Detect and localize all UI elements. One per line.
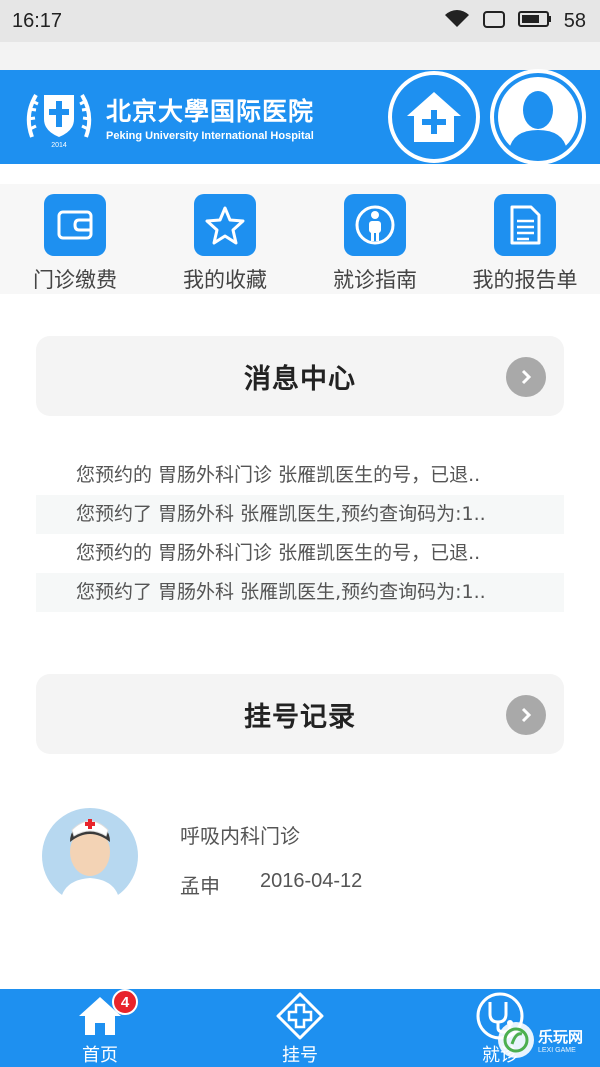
person-guide-icon <box>344 194 406 256</box>
message-center-header[interactable]: 消息中心 <box>36 336 564 416</box>
register-plus-icon <box>275 992 325 1040</box>
menu-label: 我的报告单 <box>472 268 578 292</box>
menu-label: 就诊指南 <box>333 268 417 292</box>
section-title: 消息中心 <box>244 363 356 395</box>
registration-record-header[interactable]: 挂号记录 <box>36 674 564 754</box>
nav-label: 首页 <box>82 1045 118 1066</box>
menu-label: 我的收藏 <box>183 268 267 292</box>
hospital-name-en: Peking University International Hospital <box>106 130 314 142</box>
registration-record-item[interactable]: 呼吸内科门诊 孟申 2016-04-12 <box>40 808 560 908</box>
quick-menu: 门诊缴费 我的收藏 就诊指南 我的报告单 <box>0 184 600 294</box>
message-item[interactable]: 您预约了 胃肠外科 张雁凯医生,预约查询码为:1.. <box>36 573 564 612</box>
status-icons: 58 <box>444 9 586 33</box>
home-plus-button[interactable] <box>388 71 480 163</box>
hospital-name-cn: 北京大學国际医院 <box>106 97 315 126</box>
nav-home[interactable]: 4 首页 <box>0 989 200 1067</box>
home-plus-icon <box>407 92 461 142</box>
message-item[interactable]: 您预约的 胃肠外科门诊 张雁凯医生的号，已退.. <box>36 456 564 495</box>
section-title: 挂号记录 <box>244 701 356 733</box>
chevron-right-icon <box>506 695 546 735</box>
record-date: 2016-04-12 <box>260 870 363 892</box>
watermark-logo-icon <box>498 1022 534 1058</box>
nav-register[interactable]: 挂号 <box>200 989 400 1067</box>
emblem-year: 2014 <box>51 142 67 149</box>
watermark-subtext: LEXI GAME <box>538 1047 576 1054</box>
nav-label: 挂号 <box>282 1045 318 1066</box>
user-avatar-button[interactable] <box>490 69 586 165</box>
status-time: 16:17 <box>12 9 63 32</box>
menu-outpatient-payment[interactable]: 门诊缴费 <box>0 184 150 294</box>
message-list: 您预约的 胃肠外科门诊 张雁凯医生的号，已退.. 您预约了 胃肠外科 张雁凯医生… <box>36 456 564 612</box>
message-item[interactable]: 您预约的 胃肠外科门诊 张雁凯医生的号，已退.. <box>36 534 564 573</box>
watermark-text: 乐玩网 <box>538 1028 584 1046</box>
wallet-icon <box>44 194 106 256</box>
wifi-icon <box>444 9 470 33</box>
sim-icon <box>482 9 506 33</box>
record-department: 呼吸内科门诊 <box>180 824 300 848</box>
user-avatar-icon <box>498 77 578 158</box>
nurse-avatar-icon <box>42 808 138 904</box>
record-patient-name: 孟申 <box>180 874 220 898</box>
site-watermark: 乐玩网 LEXI GAME <box>498 1016 598 1064</box>
report-icon <box>494 194 556 256</box>
notification-badge: 4 <box>112 989 138 1015</box>
star-icon <box>194 194 256 256</box>
header-spacer <box>0 42 600 70</box>
menu-my-favorites[interactable]: 我的收藏 <box>150 184 300 294</box>
battery-level: 58 <box>563 9 586 32</box>
app-header: 2014 北京大學国际医院 Peking University Internat… <box>0 69 600 165</box>
battery-icon <box>517 9 552 33</box>
menu-visit-guide[interactable]: 就诊指南 <box>300 184 450 294</box>
chevron-right-icon <box>506 357 546 397</box>
hospital-logo: 2014 北京大學国际医院 Peking University Internat… <box>22 84 372 150</box>
message-item[interactable]: 您预约了 胃肠外科 张雁凯医生,预约查询码为:1.. <box>36 495 564 534</box>
menu-my-reports[interactable]: 我的报告单 <box>450 184 600 294</box>
menu-label: 门诊缴费 <box>33 268 117 292</box>
status-bar: 16:17 58 <box>0 0 600 42</box>
hospital-emblem-icon: 2014 <box>26 93 92 149</box>
